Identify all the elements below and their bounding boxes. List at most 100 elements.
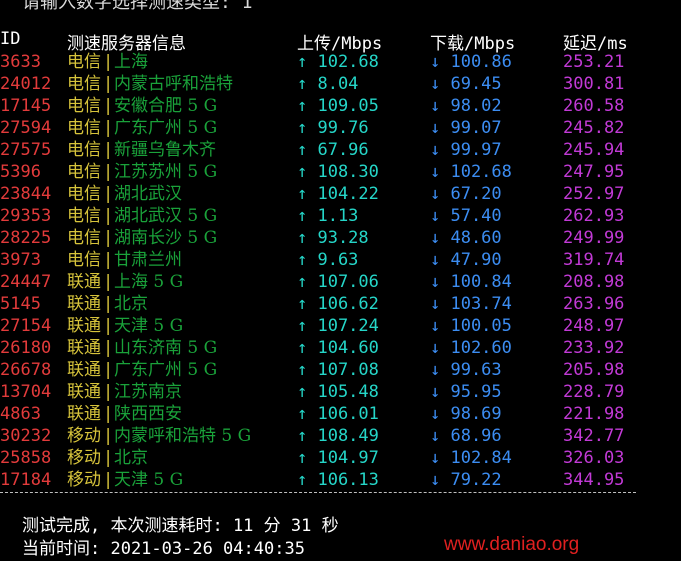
server-id: 25858 — [0, 448, 52, 468]
latency-value: 300.81 — [563, 74, 625, 94]
table-row: 5396 电信 | 江苏苏州 5 G ↑ 108.30 ↓ 102.68 247.95 — [0, 161, 681, 183]
server-location: 北京 — [114, 294, 148, 314]
upload-speed: ↑ 108.49 — [297, 426, 379, 446]
server-id: 5145 — [0, 294, 41, 314]
server-location: 广东广州 5 G — [114, 360, 218, 380]
isp-name: 电信 — [67, 162, 101, 182]
latency-value: 228.79 — [563, 382, 625, 402]
server-id: 5396 — [0, 162, 41, 182]
server-location: 湖南长沙 5 G — [114, 228, 218, 248]
server-location: 江苏苏州 5 G — [114, 162, 218, 182]
table-row: 3633 电信 | 上海 ↑ 102.68 ↓ 100.86 253.21 — [0, 51, 681, 73]
column-separator: | — [103, 294, 114, 314]
upload-speed: ↑ 109.05 — [297, 96, 379, 116]
isp-name: 联通 — [67, 404, 101, 424]
upload-speed: ↑ 104.60 — [297, 338, 379, 358]
column-separator: | — [103, 448, 114, 468]
server-location: 湖北武汉 — [114, 184, 182, 204]
upload-speed: ↑ 99.76 — [297, 118, 369, 138]
column-separator: | — [103, 470, 114, 490]
table-row: 27154 联通 | 天津 5 G ↑ 107.24 ↓ 100.05 248.97 — [0, 315, 681, 337]
table-row: 30232 移动 | 内蒙呼和浩特 5 G ↑ 108.49 ↓ 68.96 342.77 — [0, 425, 681, 447]
upload-speed: ↑ 1.13 — [297, 206, 359, 226]
download-speed: ↓ 68.96 — [430, 426, 502, 446]
terminal-window: 请输入数字选择测速类型: 1 ID 测速服务器信息 上传/Mbps 下载/Mbp… — [0, 0, 681, 561]
column-separator: | — [103, 338, 114, 358]
server-location: 天津 5 G — [114, 470, 184, 490]
column-separator: | — [103, 316, 114, 336]
server-location: 湖北武汉 5 G — [114, 206, 218, 226]
server-id: 26678 — [0, 360, 52, 380]
table-row: 25858 移动 | 北京 ↑ 104.97 ↓ 102.84 326.03 — [0, 447, 681, 469]
server-location: 安徽合肥 5 G — [114, 96, 218, 116]
table-row: 17145 电信 | 安徽合肥 5 G ↑ 109.05 ↓ 98.02 260.58 — [0, 95, 681, 117]
upload-speed: ↑ 107.08 — [297, 360, 379, 380]
upload-speed: ↑ 67.96 — [297, 140, 369, 160]
isp-name: 联通 — [67, 338, 101, 358]
server-id: 3633 — [0, 52, 41, 72]
isp-name: 电信 — [67, 118, 101, 138]
download-speed: ↓ 57.40 — [430, 206, 502, 226]
server-id: 27154 — [0, 316, 52, 336]
column-separator: | — [103, 184, 114, 204]
server-id: 23844 — [0, 184, 52, 204]
server-id: 13704 — [0, 382, 52, 402]
latency-value: 205.98 — [563, 360, 625, 380]
column-separator: | — [103, 52, 114, 72]
download-speed: ↓ 98.02 — [430, 96, 502, 116]
table-row: 24447 联通 | 上海 5 G ↑ 107.06 ↓ 100.84 208.98 — [0, 271, 681, 293]
download-speed: ↓ 95.95 — [430, 382, 502, 402]
upload-speed: ↑ 104.97 — [297, 448, 379, 468]
server-location: 北京 — [114, 448, 148, 468]
upload-speed: ↑ 106.13 — [297, 470, 379, 490]
server-location: 内蒙呼和浩特 5 G — [114, 426, 252, 446]
column-separator: | — [103, 140, 114, 160]
server-location: 甘肃兰州 — [114, 250, 182, 270]
server-location: 天津 5 G — [114, 316, 184, 336]
server-location: 广东广州 5 G — [114, 118, 218, 138]
table-row: 13704 联通 | 江苏南京 ↑ 105.48 ↓ 95.95 228.79 — [0, 381, 681, 403]
isp-name: 联通 — [67, 360, 101, 380]
isp-name: 电信 — [67, 250, 101, 270]
upload-speed: ↑ 8.04 — [297, 74, 359, 94]
table-row: 17184 移动 | 天津 5 G ↑ 106.13 ↓ 79.22 344.95 — [0, 469, 681, 491]
latency-value: 249.99 — [563, 228, 625, 248]
download-speed: ↓ 100.05 — [430, 316, 512, 336]
download-speed: ↓ 100.84 — [430, 272, 512, 292]
latency-value: 253.21 — [563, 52, 625, 72]
table-row: 24012 电信 | 内蒙古呼和浩特 ↑ 8.04 ↓ 69.45 300.81 — [0, 73, 681, 95]
completion-message: 测试完成, 本次测速耗时: 11 分 31 秒 — [22, 516, 339, 536]
download-speed: ↓ 48.60 — [430, 228, 502, 248]
server-id: 27575 — [0, 140, 52, 160]
current-time: 当前时间: 2021-03-26 04:40:35 — [22, 539, 305, 559]
table-header: ID 测速服务器信息 上传/Mbps 下载/Mbps 延迟/ms — [0, 29, 681, 54]
column-separator: | — [103, 118, 114, 138]
table-row: 27594 电信 | 广东广州 5 G ↑ 99.76 ↓ 99.07 245.82 — [0, 117, 681, 139]
watermark: www.daniao.org — [444, 534, 580, 555]
latency-value: 247.95 — [563, 162, 625, 182]
download-speed: ↓ 102.84 — [430, 448, 512, 468]
download-speed: ↓ 102.68 — [430, 162, 512, 182]
latency-value: 262.93 — [563, 206, 625, 226]
upload-speed: ↑ 102.68 — [297, 52, 379, 72]
isp-name: 联通 — [67, 382, 101, 402]
isp-name: 电信 — [67, 184, 101, 204]
download-speed: ↓ 69.45 — [430, 74, 502, 94]
column-separator: | — [103, 162, 114, 182]
prompt-line: 请输入数字选择测速类型: 1 — [22, 0, 253, 13]
server-id: 17145 — [0, 96, 52, 116]
upload-speed: ↑ 9.63 — [297, 250, 359, 270]
server-id: 29353 — [0, 206, 52, 226]
download-speed: ↓ 99.97 — [430, 140, 502, 160]
server-id: 30232 — [0, 426, 52, 446]
download-speed: ↓ 100.86 — [430, 52, 512, 72]
latency-value: 342.77 — [563, 426, 625, 446]
results-table: 3633 电信 | 上海 ↑ 102.68 ↓ 100.86 253.21 24012 电信 | 内… — [0, 51, 681, 491]
server-location: 上海 5 G — [114, 272, 184, 292]
download-speed: ↓ 47.90 — [430, 250, 502, 270]
isp-name: 联通 — [67, 272, 101, 292]
upload-speed: ↑ 106.01 — [297, 404, 379, 424]
server-location: 山东济南 5 G — [114, 338, 218, 358]
server-location: 江苏南京 — [114, 382, 182, 402]
isp-name: 联通 — [67, 294, 101, 314]
